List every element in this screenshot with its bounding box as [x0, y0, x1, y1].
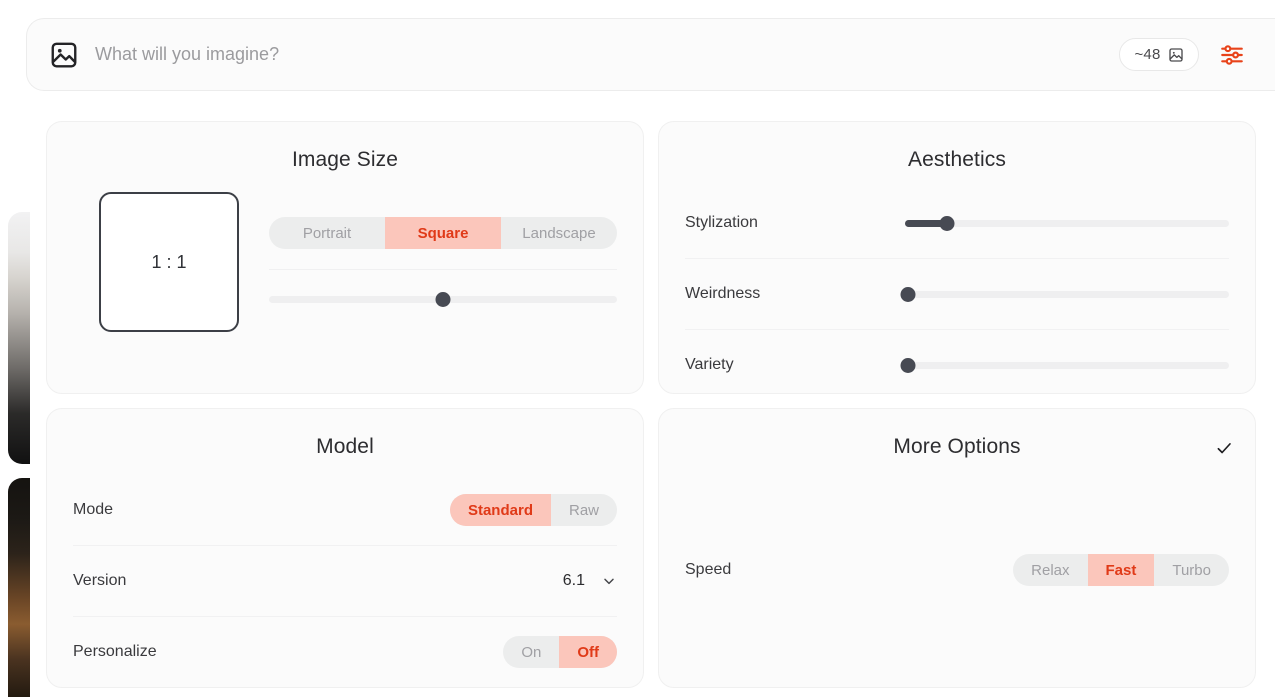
- panel-title: Aesthetics: [908, 148, 1006, 171]
- personalize-segmented-control: On Off: [503, 636, 617, 668]
- prompt-bar: ~48: [26, 18, 1275, 91]
- version-value: 6.1: [562, 572, 585, 589]
- weirdness-slider[interactable]: [900, 286, 1229, 302]
- model-row-mode: Mode Standard Raw: [73, 475, 617, 545]
- slider-track: [905, 290, 1229, 298]
- chevron-down-icon: [601, 573, 617, 589]
- image-icon: [49, 40, 79, 70]
- personalize-option-off[interactable]: Off: [559, 636, 617, 668]
- row-label: Personalize: [73, 643, 157, 660]
- panel-title: Image Size: [291, 148, 399, 171]
- divider: [269, 269, 617, 270]
- variety-slider[interactable]: [900, 357, 1229, 373]
- aesthetics-row-variety: Variety: [685, 330, 1229, 400]
- speed-option-fast[interactable]: Fast: [1087, 554, 1155, 586]
- row-label: Speed: [685, 561, 732, 578]
- check-icon[interactable]: [1215, 439, 1233, 457]
- mode-option-standard[interactable]: Standard: [449, 494, 551, 526]
- mode-option-raw[interactable]: Raw: [551, 494, 617, 526]
- panel-model: Model Mode Standard Raw Version 6.1 Pers…: [46, 408, 644, 688]
- settings-panels: Image Size 1 : 1 Portrait Square Landsca…: [46, 121, 1256, 688]
- model-row-personalize: Personalize On Off: [73, 617, 617, 687]
- aesthetics-row-stylization: Stylization: [685, 188, 1229, 258]
- slider-thumb[interactable]: [900, 357, 916, 373]
- credit-count: ~48: [1134, 46, 1161, 63]
- stylization-slider[interactable]: [905, 215, 1229, 231]
- mode-segmented-control: Standard Raw: [449, 494, 617, 526]
- more-options-row-speed: Speed Relax Fast Turbo: [685, 554, 1229, 586]
- row-label: Mode: [73, 501, 114, 518]
- panel-image-size: Image Size 1 : 1 Portrait Square Landsca…: [46, 121, 644, 394]
- panel-title: Model: [316, 435, 374, 458]
- credit-badge[interactable]: ~48: [1119, 38, 1199, 71]
- slider-track: [905, 361, 1229, 369]
- row-label: Version: [73, 572, 127, 589]
- aesthetics-row-weirdness: Weirdness: [685, 259, 1229, 329]
- aspect-ratio-label: 1 : 1: [151, 251, 187, 272]
- slider-label: Stylization: [685, 214, 758, 231]
- version-dropdown[interactable]: 6.1: [563, 572, 617, 590]
- prompt-input[interactable]: [95, 34, 1119, 75]
- speed-option-turbo[interactable]: Turbo: [1154, 554, 1229, 586]
- speed-segmented-control: Relax Fast Turbo: [1013, 554, 1229, 586]
- aspect-ratio-preview: 1 : 1: [99, 192, 239, 332]
- speed-option-relax[interactable]: Relax: [1013, 554, 1087, 586]
- sliders-icon[interactable]: [1217, 40, 1247, 70]
- slider-label: Weirdness: [685, 285, 761, 302]
- orientation-segmented-control: Portrait Square Landscape: [269, 217, 617, 249]
- slider-thumb[interactable]: [900, 286, 916, 302]
- slider-thumb[interactable]: [939, 215, 955, 231]
- slider-thumb[interactable]: [435, 291, 451, 307]
- panel-aesthetics: Aesthetics Stylization Weirdness Variety: [658, 121, 1256, 394]
- slider-label: Variety: [685, 356, 734, 373]
- aspect-ratio-slider[interactable]: [269, 291, 617, 307]
- settings-overlay: ~48 Image Size: [0, 0, 1275, 697]
- orientation-option-portrait[interactable]: Portrait: [269, 217, 385, 249]
- panel-more-options: More Options Speed Relax Fast Turbo: [658, 408, 1256, 688]
- orientation-option-square[interactable]: Square: [385, 217, 501, 249]
- model-row-version: Version 6.1: [73, 546, 617, 616]
- image-icon: [1168, 47, 1184, 63]
- personalize-option-on[interactable]: On: [503, 636, 559, 668]
- orientation-option-landscape[interactable]: Landscape: [501, 217, 617, 249]
- panel-title: More Options: [893, 435, 1021, 458]
